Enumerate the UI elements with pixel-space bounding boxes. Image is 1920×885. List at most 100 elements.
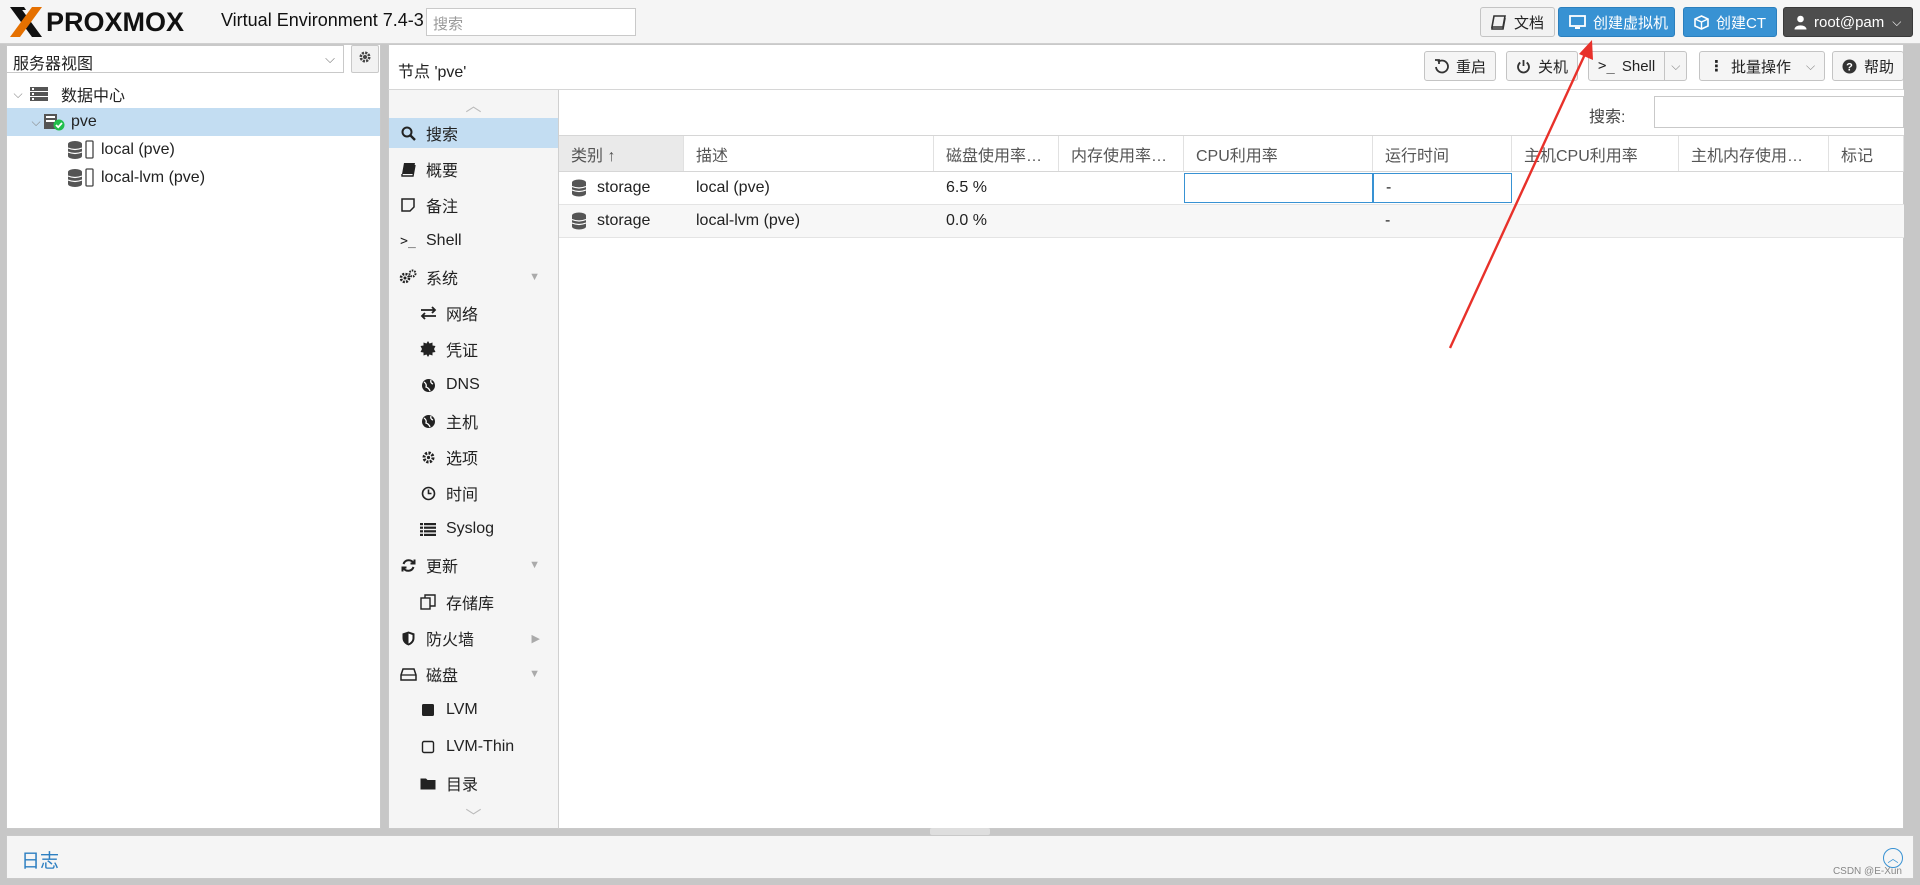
- row-type-label: storage: [597, 212, 651, 229]
- global-search-input[interactable]: 搜索: [426, 8, 636, 36]
- square-outline-icon: [419, 740, 437, 754]
- tree-item-label: local-lvm (pve): [101, 169, 206, 186]
- nav-item-lvm-thin[interactable]: LVM-Thin: [389, 732, 558, 762]
- nav-item-system[interactable]: 系统 ▼: [389, 262, 558, 292]
- search-input[interactable]: [1654, 96, 1904, 128]
- column-header-memory-usage[interactable]: 内存使用率…: [1059, 136, 1184, 171]
- reboot-button[interactable]: 重启: [1424, 51, 1497, 81]
- row-description: local-lvm (pve): [696, 212, 801, 229]
- desktop-icon: [1569, 14, 1586, 30]
- nav-item-hosts[interactable]: 主机: [389, 406, 558, 436]
- book-icon: [399, 162, 417, 177]
- nav-item-syslog[interactable]: Syslog: [389, 514, 558, 544]
- resource-tree: ⌵ 数据中心 ⌵ pve local (pve) local-lvm (pve): [7, 80, 380, 192]
- nav-item-dns[interactable]: DNS: [389, 370, 558, 400]
- table-row[interactable]: storage local (pve) 6.5 % -: [559, 172, 1904, 205]
- nav-item-search[interactable]: 搜索: [389, 118, 558, 148]
- tree-item-label: local (pve): [101, 141, 175, 158]
- exchange-icon: [419, 306, 437, 320]
- chevron-down-icon: ⌵: [325, 51, 335, 66]
- nav-item-shell[interactable]: >_ Shell: [389, 226, 558, 256]
- nav-item-label: 凭证: [446, 343, 479, 360]
- shutdown-button[interactable]: 关机: [1506, 51, 1579, 81]
- row-host-cpu: [1512, 205, 1679, 237]
- nav-item-repositories[interactable]: 存储库: [389, 587, 558, 617]
- caret-down-icon[interactable]: ▼: [529, 271, 540, 283]
- user-menu-button[interactable]: root@pam ⌵: [1783, 7, 1913, 37]
- view-settings-button[interactable]: [351, 45, 379, 73]
- storage-icon: [571, 212, 587, 230]
- nav-item-firewall[interactable]: 防火墙 ▶: [389, 623, 558, 653]
- column-header-disk-usage[interactable]: 磁盘使用率…: [934, 136, 1059, 171]
- expand-up-icon[interactable]: ︿: [1883, 848, 1903, 868]
- column-header-host-cpu[interactable]: 主机CPU利用率: [1512, 136, 1679, 171]
- panel-splitter-handle[interactable]: [930, 828, 990, 835]
- create-vm-label: 创建虚拟机: [1593, 14, 1669, 32]
- nav-item-disks[interactable]: 磁盘 ▼: [389, 659, 558, 689]
- globe-icon: [419, 414, 437, 429]
- column-header-host-memory[interactable]: 主机内存使用…: [1679, 136, 1829, 171]
- caret-right-icon[interactable]: ▶: [532, 632, 540, 645]
- column-header-uptime[interactable]: 运行时间: [1373, 136, 1512, 171]
- logo-text: PROXMOX: [46, 6, 185, 37]
- scroll-down-icon[interactable]: ﹀: [389, 803, 558, 827]
- nav-item-directory[interactable]: 目录: [389, 768, 558, 798]
- files-icon: [419, 594, 437, 610]
- tree-item-node-pve[interactable]: ⌵ pve: [7, 108, 380, 136]
- nav-item-time[interactable]: 时间: [389, 478, 558, 508]
- cube-icon: [1694, 14, 1709, 30]
- tree-item-label: pve: [71, 113, 97, 130]
- create-ct-button[interactable]: 创建CT: [1683, 7, 1777, 37]
- column-header-cpu-usage[interactable]: CPU利用率: [1184, 136, 1373, 171]
- log-tab-label[interactable]: 日志: [21, 846, 59, 873]
- nav-item-options[interactable]: 选项: [389, 442, 558, 472]
- terminal-icon: >_: [1598, 58, 1615, 74]
- search-content-panel: 搜索: 类别 ↑ 描述 磁盘使用率… 内存使用率… CPU利用率 运行时间 主机…: [559, 90, 1904, 829]
- tree-item-datacenter[interactable]: ⌵ 数据中心: [7, 80, 380, 108]
- nav-item-label: LVM: [446, 701, 478, 718]
- user-label: root@pam: [1814, 13, 1885, 31]
- nav-item-lvm[interactable]: LVM: [389, 695, 558, 725]
- nav-item-summary[interactable]: 概要: [389, 154, 558, 184]
- nav-item-label: 目录: [446, 777, 479, 794]
- nav-item-notes[interactable]: 备注: [389, 190, 558, 220]
- tree-item-storage-local[interactable]: local (pve): [7, 136, 380, 164]
- caret-down-icon[interactable]: ▼: [529, 559, 540, 571]
- table-row[interactable]: storage local-lvm (pve) 0.0 % -: [559, 205, 1904, 238]
- docs-button[interactable]: 文档: [1480, 7, 1556, 37]
- chevron-down-icon[interactable]: ⌵: [1664, 52, 1680, 80]
- row-memory-usage: [1059, 172, 1184, 204]
- undo-icon: [1434, 58, 1449, 74]
- nav-item-certificates[interactable]: 凭证: [389, 334, 558, 364]
- bulk-actions-button[interactable]: ⋮ 批量操作 ⌵: [1699, 51, 1826, 81]
- column-header-description[interactable]: 描述: [684, 136, 934, 171]
- top-bar: PROXMOX Virtual Environment 7.4-3 搜索 文档 …: [0, 0, 1920, 44]
- view-select[interactable]: 服务器视图 ⌵: [6, 45, 344, 73]
- nav-item-updates[interactable]: 更新 ▼: [389, 550, 558, 580]
- nav-item-label: 概要: [426, 163, 459, 180]
- note-icon: [399, 198, 417, 212]
- node-online-icon: [43, 113, 65, 131]
- collapse-icon[interactable]: ⌵: [11, 87, 25, 102]
- caret-down-icon[interactable]: ▼: [529, 668, 540, 680]
- create-vm-button[interactable]: 创建虚拟机: [1558, 7, 1675, 37]
- nav-item-network[interactable]: 网络: [389, 298, 558, 328]
- collapse-icon[interactable]: ⌵: [29, 115, 43, 130]
- row-memory-usage: [1059, 205, 1184, 237]
- help-button[interactable]: ? 帮助: [1832, 51, 1905, 81]
- proxmox-logo: PROXMOX: [8, 6, 184, 38]
- nav-item-label: Shell: [426, 232, 462, 249]
- column-header-type[interactable]: 类别 ↑: [559, 136, 684, 171]
- scroll-up-icon[interactable]: ︿: [389, 92, 558, 116]
- nav-item-label: 时间: [446, 487, 479, 504]
- column-header-tags[interactable]: 标记: [1829, 136, 1904, 171]
- globe-icon: [419, 378, 437, 393]
- tree-item-storage-local-lvm[interactable]: local-lvm (pve): [7, 164, 380, 192]
- svg-text:?: ?: [1846, 61, 1853, 73]
- nav-item-label: LVM-Thin: [446, 738, 515, 755]
- shell-button[interactable]: >_ Shell ⌵: [1588, 51, 1688, 81]
- node-title: 节点 'pve': [398, 64, 467, 81]
- nav-item-label: 备注: [426, 199, 459, 216]
- storage-icon: [571, 179, 587, 197]
- row-host-memory: [1679, 205, 1829, 237]
